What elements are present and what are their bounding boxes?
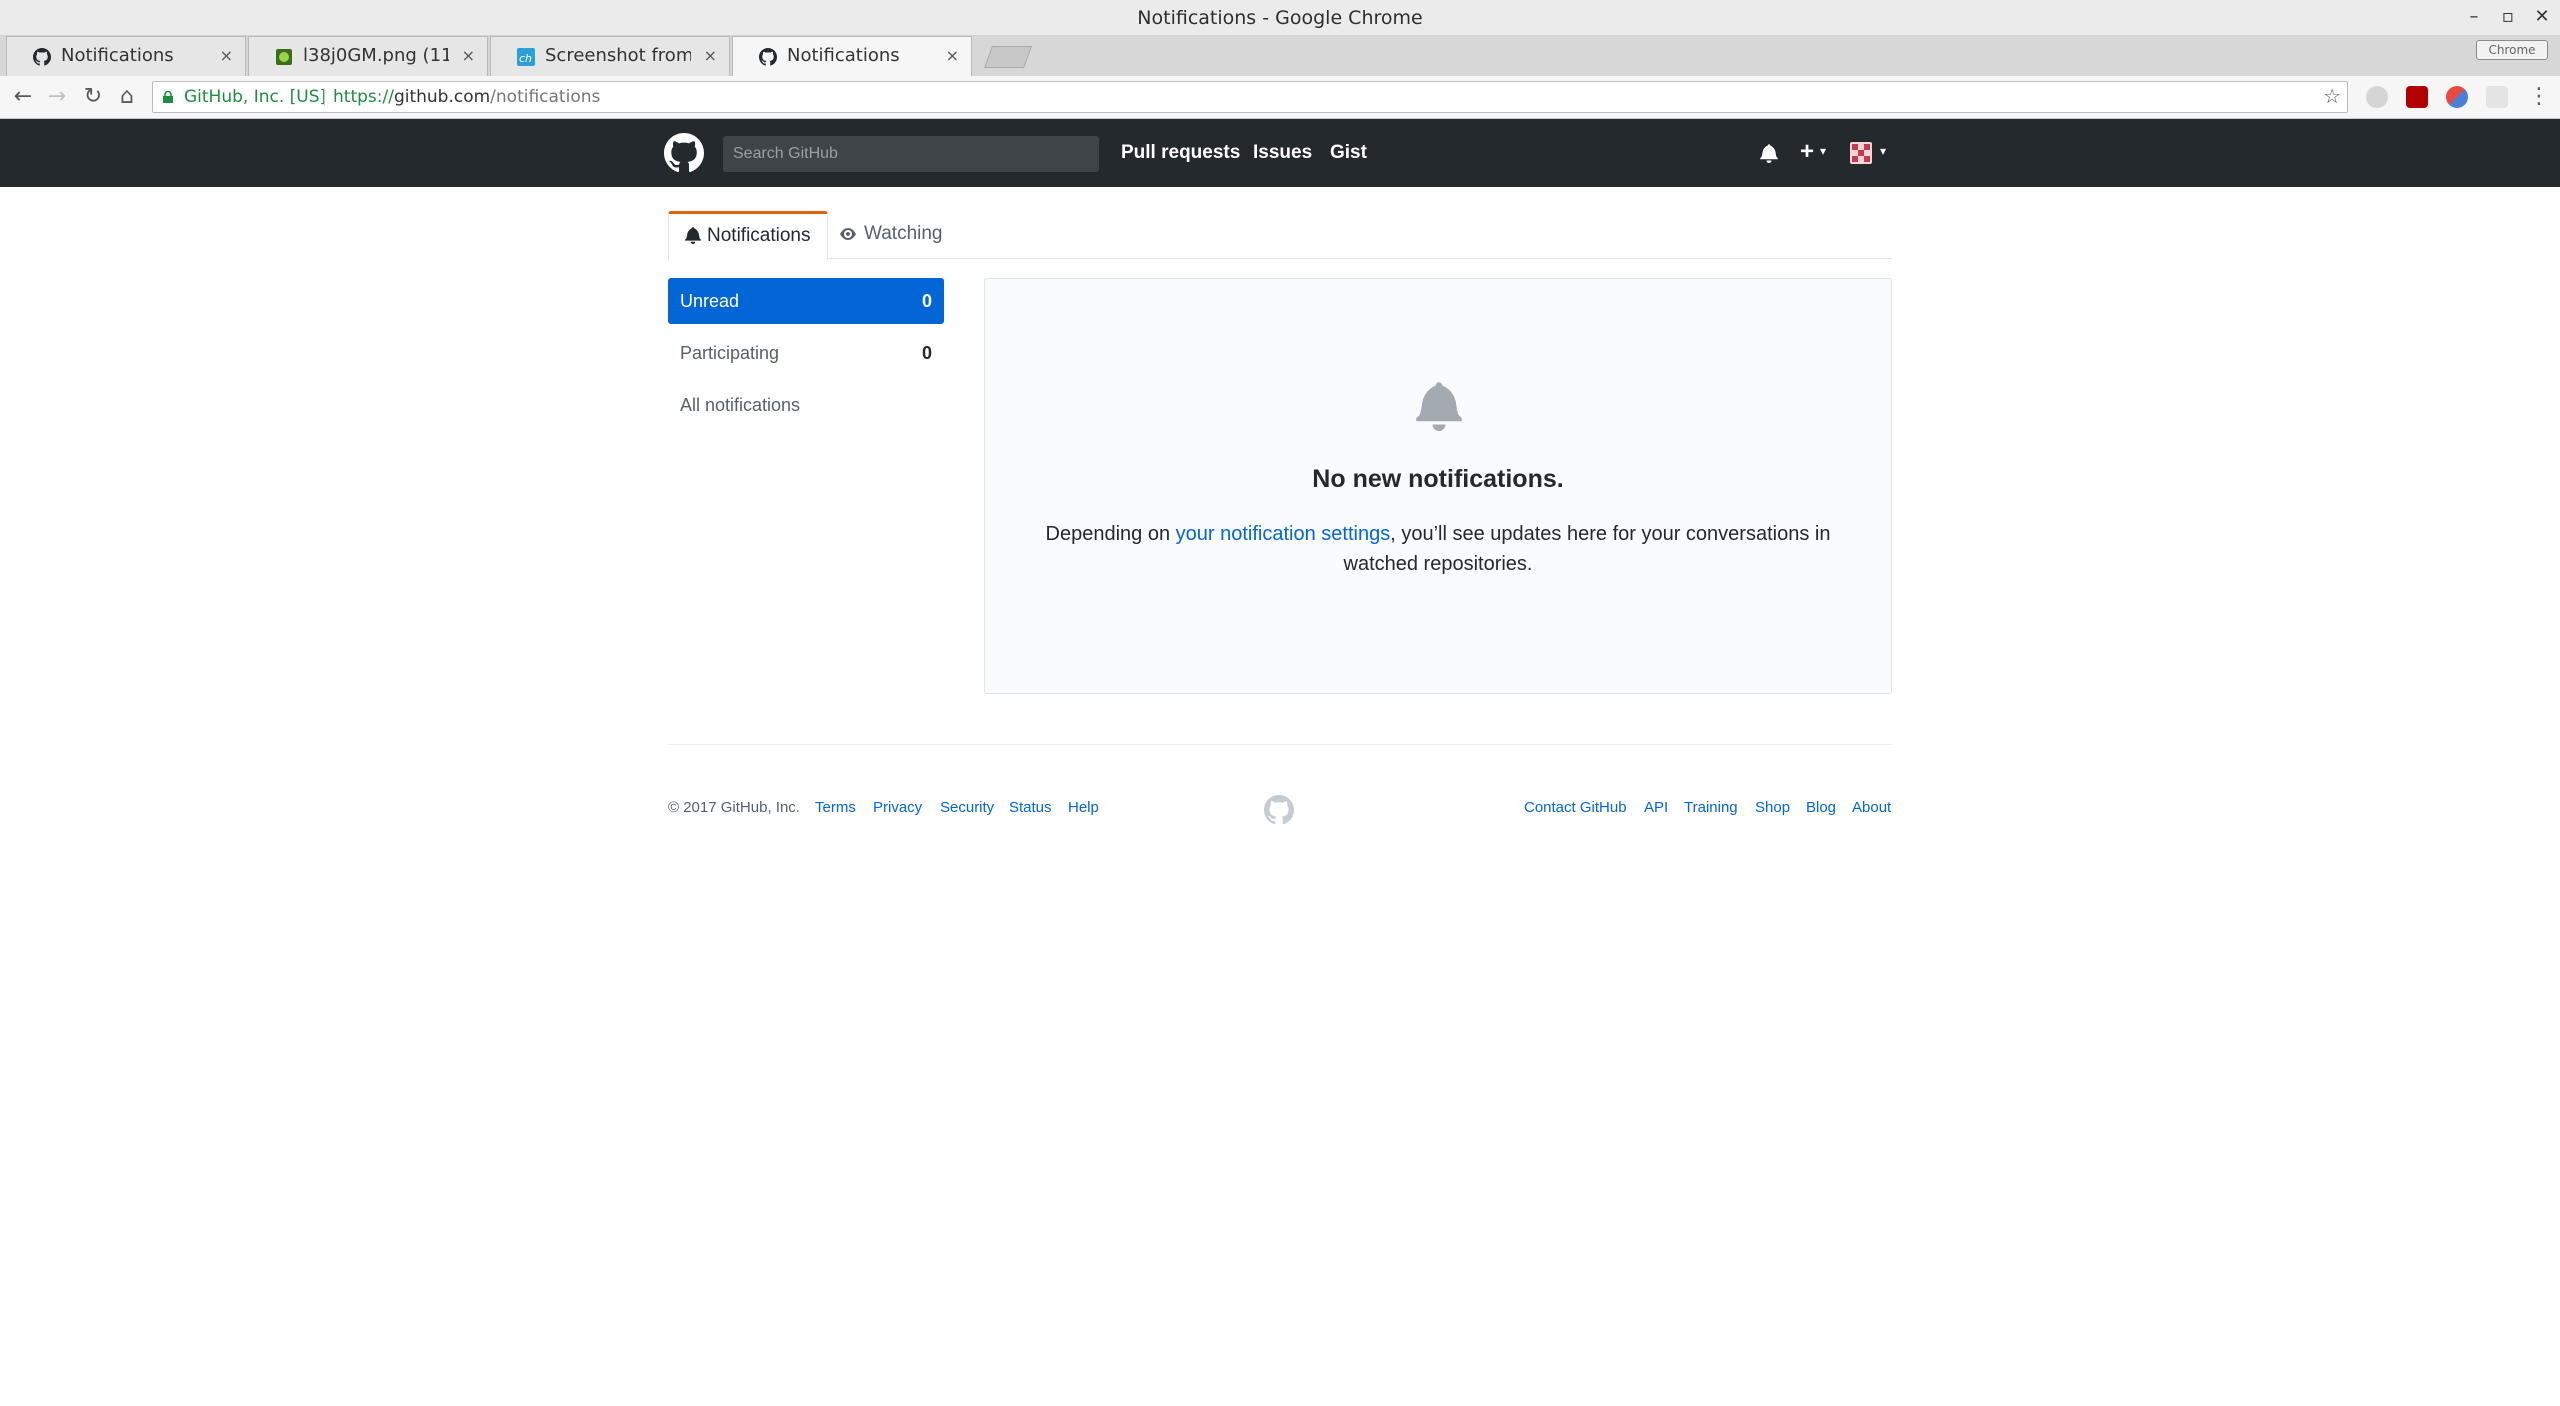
filter-label: All notifications [680, 395, 801, 415]
footer-link-about[interactable]: About [1852, 799, 1891, 816]
extension-icon-4[interactable] [2486, 86, 2508, 108]
home-icon[interactable]: ⌂ [112, 76, 142, 119]
bell-icon [685, 227, 701, 244]
footer-link-api[interactable]: API [1644, 799, 1668, 816]
empty-state-heading: No new notifications. [1312, 465, 1564, 493]
nav-gist[interactable]: Gist [1330, 119, 1367, 187]
window-titlebar: Notifications - Google Chrome – ▫ ✕ [0, 0, 2560, 36]
ch-icon: ch [517, 48, 535, 66]
github-icon [759, 48, 777, 66]
notification-settings-link[interactable]: your notification settings [1176, 523, 1391, 545]
participating-count: 0 [921, 343, 932, 363]
url-text[interactable]: https://github.com/notifications [333, 82, 600, 112]
tab-title: Notifications [61, 45, 174, 66]
footer-link-training[interactable]: Training [1684, 799, 1738, 816]
footer-link-status[interactable]: Status [1009, 799, 1052, 816]
url-host: github.com [393, 87, 491, 107]
window-title: Notifications - Google Chrome [1137, 7, 1423, 29]
create-new-plus-icon[interactable]: + [1800, 119, 1814, 187]
close-tab-icon[interactable]: × [220, 37, 233, 75]
github-icon [33, 48, 51, 66]
notifications-bell-icon[interactable] [1760, 143, 1778, 163]
image-icon [276, 49, 292, 65]
avatar[interactable] [1850, 142, 1872, 164]
nav-pull-requests[interactable]: Pull requests [1121, 119, 1240, 187]
empty-state-text: Depending on your notification settings,… [1035, 519, 1841, 579]
browser-tab-1[interactable]: Notifications × [6, 36, 246, 76]
tab-title: l38j0GM.png (1128 [303, 45, 449, 66]
svg-text:ch: ch [519, 52, 532, 65]
bookmark-star-icon[interactable]: ☆ [2323, 82, 2341, 112]
filter-participating[interactable]: Participating 0 [668, 330, 944, 376]
reload-icon[interactable]: ↻ [78, 76, 108, 119]
github-header: Pull requests Issues Gist + ▾ ▾ [0, 119, 2560, 187]
tab-watching[interactable]: Watching [822, 211, 959, 259]
forward-icon[interactable]: → [42, 76, 72, 119]
chrome-profile-badge[interactable]: Chrome [2476, 40, 2548, 60]
browser-tab-2[interactable]: l38j0GM.png (1128 × [248, 36, 488, 76]
footer-link-privacy[interactable]: Privacy [873, 799, 922, 816]
nav-issues[interactable]: Issues [1253, 119, 1312, 187]
github-logo-icon[interactable] [664, 133, 704, 173]
filter-unread[interactable]: Unread 0 [668, 278, 944, 324]
tab-title: Screenshot from 20 [545, 45, 691, 66]
footer-link-terms[interactable]: Terms [815, 799, 856, 816]
browser-tab-strip: Notifications × l38j0GM.png (1128 × ch S… [0, 36, 2560, 77]
tab-notifications[interactable]: Notifications [668, 211, 828, 260]
footer-copyright: © 2017 GitHub, Inc. [668, 799, 800, 816]
chrome-menu-icon[interactable]: ⋮ [2524, 76, 2554, 119]
bell-icon [1416, 382, 1462, 431]
ublock-extension-icon[interactable] [2406, 86, 2428, 108]
filter-label: Participating [680, 343, 780, 363]
footer-link-security[interactable]: Security [940, 799, 994, 816]
empty-text-before: Depending on [1045, 523, 1176, 545]
close-tab-icon[interactable]: × [704, 37, 717, 75]
footer-link-blog[interactable]: Blog [1806, 799, 1836, 816]
tab-watching-label: Watching [864, 223, 943, 244]
footer-link-contact[interactable]: Contact GitHub [1524, 799, 1627, 816]
maximize-icon[interactable]: ▫ [2492, 0, 2524, 36]
close-tab-icon[interactable]: × [462, 37, 475, 75]
empty-state-panel: No new notifications. Depending on your … [984, 278, 1892, 694]
chevron-down-icon[interactable]: ▾ [1880, 119, 1886, 187]
footer-link-shop[interactable]: Shop [1755, 799, 1790, 816]
url-scheme: https:// [333, 87, 394, 107]
notifications-filter-menu: Unread 0 Participating 0 All notificatio… [668, 278, 944, 434]
tab-notifications-label: Notifications [707, 225, 811, 246]
extension-icon-3[interactable] [2446, 86, 2468, 108]
notifications-tabnav: Notifications Watching [668, 211, 1892, 260]
chevron-down-icon[interactable]: ▾ [1820, 119, 1826, 187]
filter-all-notifications[interactable]: All notifications [668, 382, 944, 428]
browser-tab-3[interactable]: ch Screenshot from 20 × [490, 36, 730, 76]
tab-title: Notifications [787, 45, 900, 66]
browser-toolbar: ← → ↻ ⌂ GitHub, Inc. [US] https://github… [0, 76, 2560, 119]
filter-label: Unread [680, 291, 740, 311]
site-identity[interactable]: GitHub, Inc. [US] [184, 82, 326, 112]
back-icon[interactable]: ← [8, 76, 38, 119]
footer-link-help[interactable]: Help [1068, 799, 1099, 816]
browser-tab-4-active[interactable]: Notifications × [732, 36, 972, 77]
site-footer: © 2017 GitHub, Inc. Terms Privacy Securi… [668, 744, 1892, 825]
lock-icon [163, 91, 173, 103]
omnibox-separator [324, 88, 325, 106]
new-tab-button[interactable] [983, 46, 1033, 68]
extension-icon-1[interactable] [2366, 86, 2388, 108]
url-path: /notifications [490, 87, 601, 107]
close-tab-icon[interactable]: × [946, 37, 959, 75]
empty-text-after: , you’ll see updates here for your conve… [1343, 523, 1831, 575]
search-input[interactable] [723, 136, 1099, 172]
minimize-icon[interactable]: – [2458, 0, 2490, 36]
close-window-icon[interactable]: ✕ [2526, 0, 2558, 36]
eye-icon [840, 228, 856, 240]
address-bar[interactable]: GitHub, Inc. [US] https://github.com/not… [152, 81, 2348, 113]
github-mark-icon[interactable] [1264, 795, 1294, 825]
unread-count: 0 [921, 291, 932, 311]
